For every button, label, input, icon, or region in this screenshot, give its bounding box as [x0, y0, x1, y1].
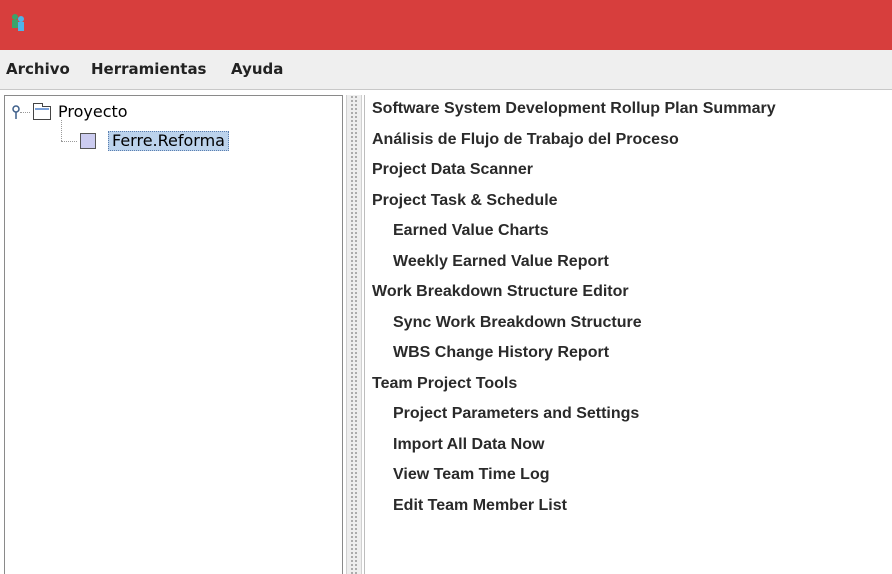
script-item[interactable]: Work Breakdown Structure Editor — [372, 283, 629, 301]
script-item[interactable]: Team Project Tools — [372, 375, 517, 393]
script-item[interactable]: Project Data Scanner — [372, 161, 533, 179]
dashboard-window: Archivo Herramientas Ayuda Proyecto Ferr… — [0, 0, 892, 574]
tree-connector — [20, 112, 30, 114]
script-item[interactable]: Edit Team Member List — [393, 497, 567, 515]
script-item[interactable]: Sync Work Breakdown Structure — [393, 314, 642, 332]
team-members-icon — [12, 14, 24, 31]
script-item[interactable]: View Team Time Log — [393, 466, 550, 484]
tree-root-label[interactable]: Proyecto — [55, 102, 131, 122]
script-item[interactable]: Software System Development Rollup Plan … — [372, 100, 776, 118]
hierarchy-tree-pane: Proyecto Ferre.Reforma — [4, 95, 343, 574]
pane-splitter[interactable] — [346, 95, 362, 574]
script-item[interactable]: Análisis de Flujo de Trabajo del Proceso — [372, 131, 679, 149]
script-item[interactable]: Import All Data Now — [393, 436, 544, 454]
tree-node-project[interactable]: Ferre.Reforma — [108, 131, 229, 151]
script-item[interactable]: Project Parameters and Settings — [393, 405, 639, 423]
tree-connector — [61, 141, 77, 143]
menu-archivo[interactable]: Archivo — [6, 60, 70, 78]
folder-icon — [33, 103, 51, 120]
tree-connector — [61, 120, 63, 141]
splitter-grip — [350, 95, 358, 574]
menu-bar: Archivo Herramientas Ayuda — [0, 50, 892, 90]
title-bar — [0, 0, 892, 50]
menu-herramientas[interactable]: Herramientas — [91, 60, 207, 78]
script-item[interactable]: Earned Value Charts — [393, 222, 549, 240]
script-item[interactable]: Project Task & Schedule — [372, 192, 558, 210]
script-item[interactable]: Weekly Earned Value Report — [393, 253, 609, 271]
script-list-pane: Software System Development Rollup Plan … — [364, 95, 892, 574]
menu-ayuda[interactable]: Ayuda — [231, 60, 283, 78]
script-item[interactable]: WBS Change History Report — [393, 344, 609, 362]
project-icon — [80, 133, 96, 149]
